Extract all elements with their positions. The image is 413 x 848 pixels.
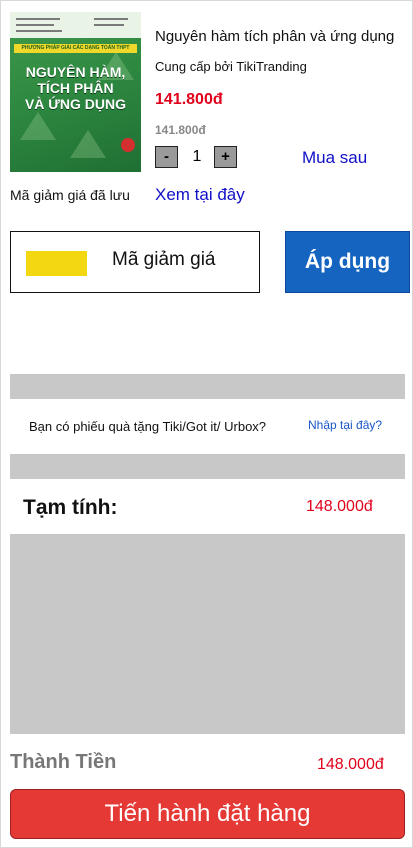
cover-decoration — [20, 112, 56, 140]
total-value: 148.000đ — [317, 756, 384, 773]
cover-header-line — [94, 18, 128, 20]
quantity-value[interactable]: 1 — [184, 148, 210, 166]
checkout-button[interactable]: Tiến hành đặt hàng — [10, 789, 405, 839]
cover-decoration — [70, 130, 106, 158]
coupon-label: Mã giảm giá — [112, 249, 216, 270]
gift-card-question: Bạn có phiếu quà tặng Tiki/Got it/ Urbox… — [29, 419, 267, 434]
cover-header — [10, 12, 141, 38]
coupon-input[interactable]: Mã giảm giá — [10, 231, 260, 293]
subtotal-value: 148.000đ — [306, 498, 373, 515]
cover-title-line: NGUYÊN HÀM, — [25, 64, 126, 80]
apply-coupon-button[interactable]: Áp dụng — [285, 231, 410, 293]
saved-coupons-label: Mã giảm giá đã lưu — [10, 187, 130, 203]
cover-title-line: TÍCH PHÂN — [37, 80, 114, 96]
total-label: Thành Tiền — [10, 751, 117, 773]
cover-header-line — [94, 24, 124, 26]
placeholder-bar — [10, 454, 405, 479]
save-for-later-link[interactable]: Mua sau — [302, 148, 367, 168]
product-cover-image[interactable]: PHƯƠNG PHÁP GIẢI CÁC DẠNG TOÁN THPT NGUY… — [10, 12, 141, 172]
coupon-icon — [26, 251, 87, 276]
product-seller: Cung cấp bởi TikiTranding — [155, 59, 307, 74]
cover-header-line — [16, 30, 62, 32]
product-title[interactable]: Nguyên hàm tích phân và ứng dụng — [155, 28, 394, 45]
saved-coupons-link[interactable]: Xem tại đây — [155, 185, 245, 205]
product-old-price: 141.800đ — [155, 123, 206, 137]
cover-title: NGUYÊN HÀM, TÍCH PHÂN VÀ ỨNG DỤNG — [10, 64, 141, 112]
cover-title-line: VÀ ỨNG DỤNG — [24, 96, 127, 112]
placeholder-block — [10, 534, 405, 734]
subtotal-label: Tạm tính: — [23, 496, 118, 519]
quantity-increase-button[interactable]: + — [214, 146, 237, 168]
cover-header-line — [16, 24, 54, 26]
product-price: 141.800đ — [155, 91, 223, 108]
publisher-logo — [121, 138, 135, 152]
gift-card-link[interactable]: Nhập tại đây? — [308, 418, 382, 432]
placeholder-bar — [10, 374, 405, 399]
quantity-decrease-button[interactable]: - — [155, 146, 178, 168]
cover-header-line — [16, 18, 60, 20]
